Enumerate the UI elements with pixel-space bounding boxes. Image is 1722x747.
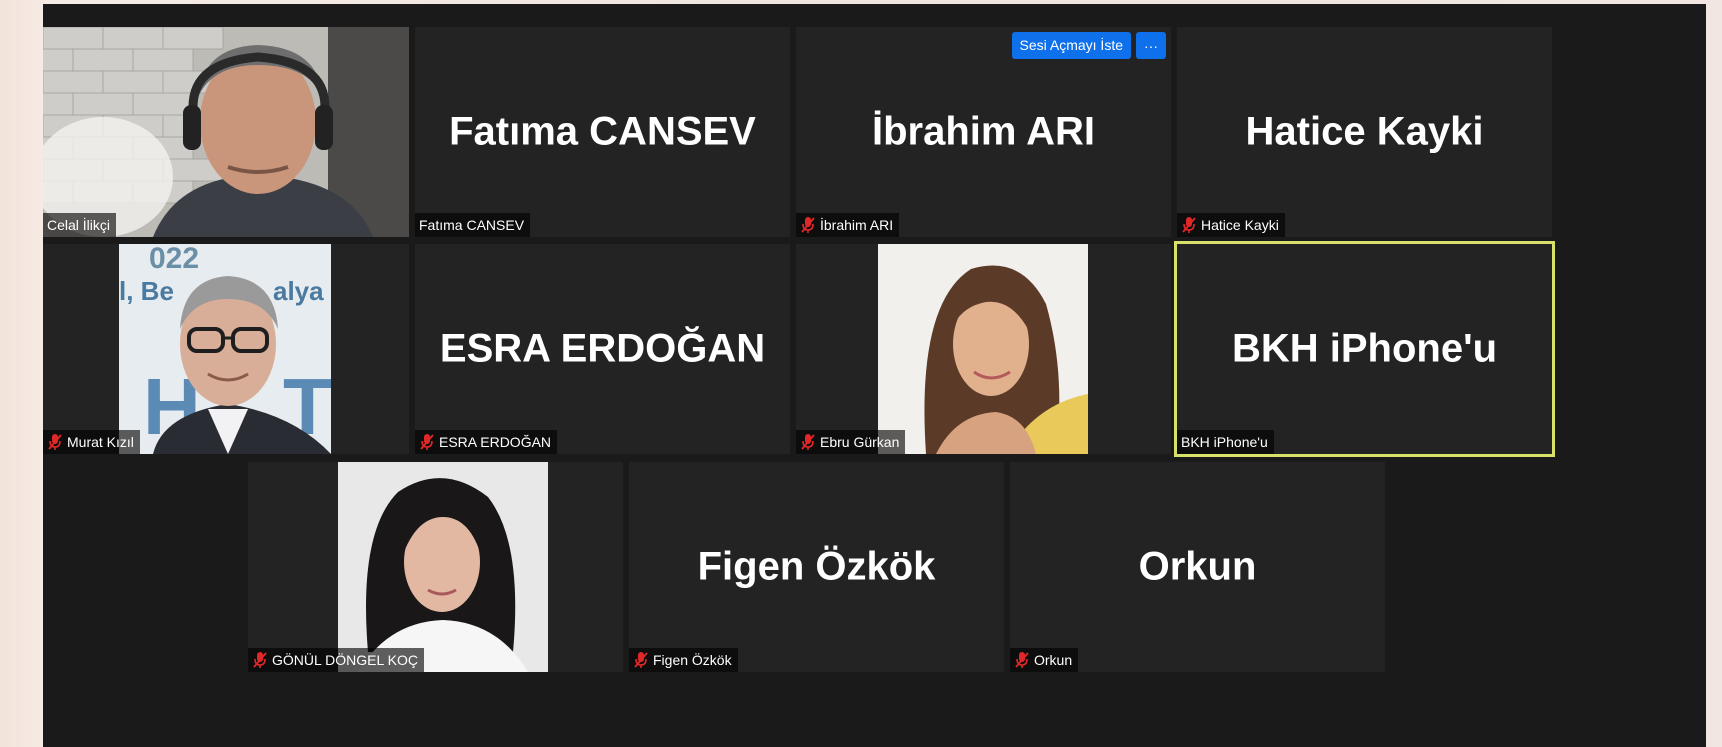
- participant-tile-celal[interactable]: Celal İlikçi: [43, 27, 409, 237]
- participant-tile-orkun[interactable]: Orkun Orkun: [1010, 462, 1385, 672]
- participant-name-tag: İbrahim ARI: [796, 213, 900, 237]
- participant-name-label: Fatıma CANSEV: [419, 217, 525, 233]
- participant-tile-ibrahim[interactable]: Sesi Açmayı İste ··· İbrahim ARI İbrahim…: [796, 27, 1171, 237]
- participant-tile-esra[interactable]: ESRA ERDOĞAN ESRA ERDOĞAN: [415, 244, 790, 454]
- participant-video: [796, 244, 1171, 454]
- participant-name-label: ESRA ERDOĞAN: [439, 434, 552, 450]
- participant-name-label: İbrahim ARI: [820, 217, 894, 233]
- participant-name-tag: Murat Kızıl: [43, 430, 140, 454]
- ask-to-unmute-button[interactable]: Sesi Açmayı İste: [1011, 32, 1131, 59]
- mic-muted-icon: [801, 217, 815, 233]
- participant-display-name: BKH iPhone'u: [1231, 326, 1498, 371]
- participant-name-label: Ebru Gürkan: [820, 434, 900, 450]
- meeting-gallery-view: Celal İlikçi Fatıma CANSEV Fatıma CANSEV…: [43, 4, 1706, 747]
- backdrop-text: 022: [149, 244, 199, 275]
- participant-name-label: BKH iPhone'u: [1181, 434, 1268, 450]
- mic-muted-icon: [634, 652, 648, 668]
- participant-name-tag: GÖNÜL DÖNGEL KOÇ: [248, 648, 424, 672]
- participant-display-name: Figen Özkök: [697, 544, 936, 589]
- participant-tile-fatima[interactable]: Fatıma CANSEV Fatıma CANSEV: [415, 27, 790, 237]
- participant-name-tag: Fatıma CANSEV: [415, 213, 531, 237]
- tile-action-buttons: Sesi Açmayı İste ···: [1011, 32, 1166, 59]
- participant-tile-bkh-iphone[interactable]: BKH iPhone'u BKH iPhone'u: [1174, 241, 1555, 457]
- participant-tile-ebru[interactable]: Ebru Gürkan: [796, 244, 1171, 454]
- participant-name-label: GÖNÜL DÖNGEL KOÇ: [272, 652, 418, 668]
- participant-name-label: Celal İlikçi: [47, 217, 111, 233]
- participant-tile-figen[interactable]: Figen Özkök Figen Özkök: [629, 462, 1004, 672]
- participant-video: [43, 27, 409, 237]
- participant-tile-gonul[interactable]: GÖNÜL DÖNGEL KOÇ: [248, 462, 623, 672]
- mic-muted-icon: [420, 434, 434, 450]
- participant-tile-murat[interactable]: 022 l, Be alya H T Murat Kızıl: [43, 244, 409, 454]
- participant-name-label: Hatice Kayki: [1201, 217, 1279, 233]
- participant-name-tag: Figen Özkök: [629, 648, 738, 672]
- participant-display-name: Orkun: [1138, 544, 1257, 589]
- participant-name-tag: Hatice Kayki: [1177, 213, 1285, 237]
- participant-name-label: Figen Özkök: [653, 652, 732, 668]
- participant-display-name: Hatice Kayki: [1245, 109, 1484, 154]
- participant-tile-hatice[interactable]: Hatice Kayki Hatice Kayki: [1177, 27, 1552, 237]
- participant-video: 022 l, Be alya H T: [43, 244, 409, 454]
- mic-muted-icon: [801, 434, 815, 450]
- participant-name-tag: ESRA ERDOĞAN: [415, 430, 558, 454]
- participant-display-name: Fatıma CANSEV: [449, 109, 756, 154]
- mic-muted-icon: [48, 434, 62, 450]
- participant-display-name: ESRA ERDOĞAN: [439, 326, 766, 371]
- backdrop-text: alya: [273, 276, 324, 306]
- participant-name-tag: Celal İlikçi: [43, 213, 117, 237]
- mic-muted-icon: [1015, 652, 1029, 668]
- participant-name-label: Murat Kızıl: [67, 434, 134, 450]
- participant-display-name: İbrahim ARI: [872, 109, 1095, 154]
- participant-name-tag: BKH iPhone'u: [1177, 430, 1274, 454]
- backdrop-text: l, Be: [119, 276, 174, 306]
- mic-muted-icon: [1182, 217, 1196, 233]
- participant-name-tag: Orkun: [1010, 648, 1079, 672]
- mic-muted-icon: [253, 652, 267, 668]
- participant-name-label: Orkun: [1034, 652, 1073, 668]
- more-icon[interactable]: ···: [1136, 32, 1166, 59]
- participant-name-tag: Ebru Gürkan: [796, 430, 906, 454]
- participant-video: [248, 462, 623, 672]
